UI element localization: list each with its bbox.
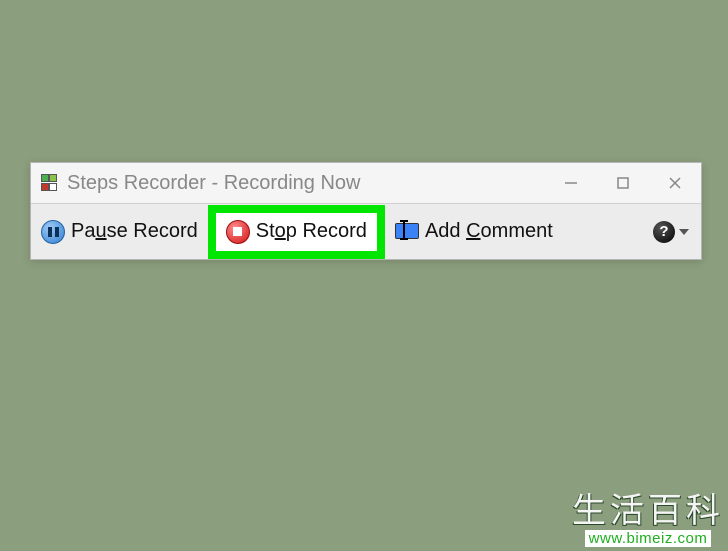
help-dropdown[interactable]: ? bbox=[653, 221, 697, 243]
toolbar: Pause Record Stop Record Add Comment ? bbox=[31, 204, 701, 259]
pause-icon bbox=[41, 220, 65, 244]
comment-icon bbox=[395, 223, 419, 241]
minimize-button[interactable] bbox=[545, 163, 597, 203]
maximize-button[interactable] bbox=[597, 163, 649, 203]
titlebar: Steps Recorder - Recording Now bbox=[31, 163, 701, 204]
help-icon: ? bbox=[653, 221, 675, 243]
close-button[interactable] bbox=[649, 163, 701, 203]
app-icon bbox=[41, 174, 59, 192]
stop-icon bbox=[226, 220, 250, 244]
stop-record-label: Stop Record bbox=[256, 220, 367, 243]
add-comment-button[interactable]: Add Comment bbox=[389, 204, 559, 259]
minimize-icon bbox=[564, 176, 578, 190]
watermark-text: 生活百科 bbox=[572, 494, 724, 528]
add-comment-label: Add Comment bbox=[425, 220, 553, 243]
maximize-icon bbox=[616, 176, 630, 190]
close-icon bbox=[668, 176, 682, 190]
window-controls bbox=[545, 163, 701, 203]
pause-record-button[interactable]: Pause Record bbox=[35, 204, 204, 259]
stop-record-button[interactable]: Stop Record bbox=[208, 205, 385, 259]
pause-record-label: Pause Record bbox=[71, 220, 198, 243]
steps-recorder-window: Steps Recorder - Recording Now Pause Rec… bbox=[30, 162, 702, 260]
chevron-down-icon bbox=[679, 229, 689, 235]
watermark: 生活百科 www.bimeiz.com bbox=[572, 494, 724, 547]
watermark-url: www.bimeiz.com bbox=[585, 530, 712, 547]
window-title: Steps Recorder - Recording Now bbox=[67, 172, 360, 195]
